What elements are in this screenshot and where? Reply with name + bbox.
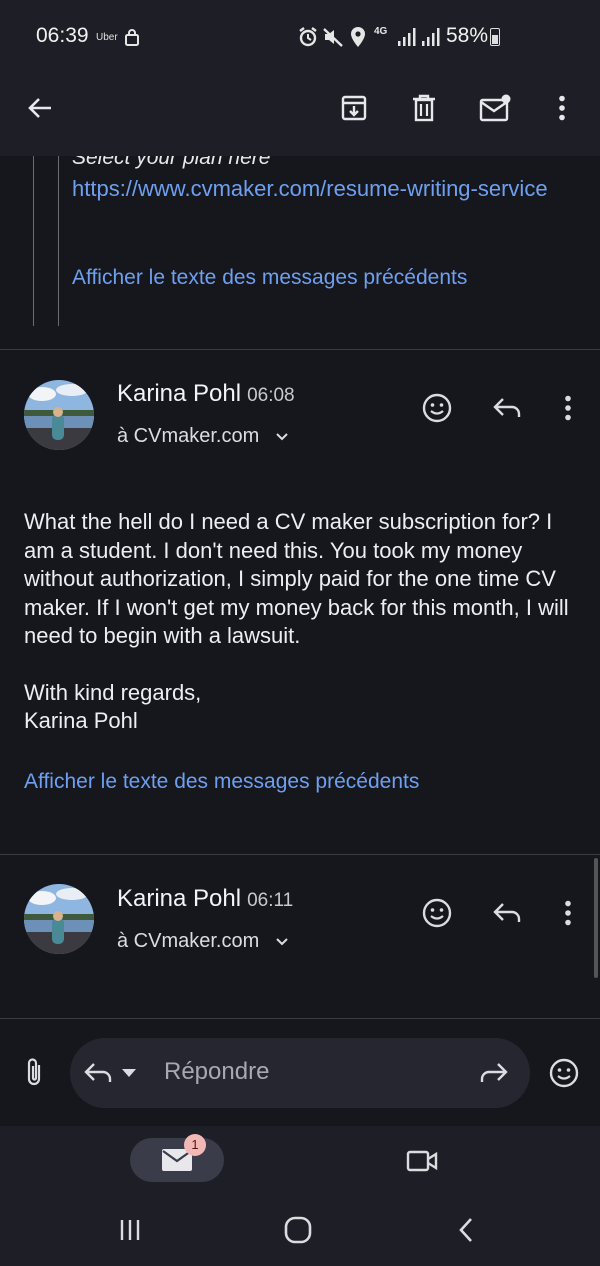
status-bar: 06:39 Uber 4G 58% bbox=[0, 0, 600, 76]
nav-meet-tab[interactable] bbox=[398, 1137, 446, 1185]
forward-icon bbox=[480, 1063, 508, 1082]
recent-apps-button[interactable] bbox=[106, 1206, 154, 1254]
caret-down-icon bbox=[122, 1069, 136, 1077]
reply-icon bbox=[493, 398, 521, 417]
delete-icon bbox=[413, 94, 435, 122]
lock-icon bbox=[125, 29, 139, 46]
avatar[interactable] bbox=[24, 380, 94, 450]
react-emoji-button[interactable] bbox=[413, 889, 461, 937]
sender-name[interactable]: Karina Pohl bbox=[117, 885, 241, 912]
message-more-button[interactable] bbox=[544, 889, 592, 937]
message-divider bbox=[0, 854, 600, 855]
reply-type-selector[interactable] bbox=[82, 1049, 138, 1097]
message-paragraph: What the hell do I need a CV maker subsc… bbox=[24, 509, 569, 648]
system-back-button[interactable] bbox=[442, 1206, 490, 1254]
more-vert-icon bbox=[565, 395, 571, 421]
attachment-icon bbox=[27, 1058, 41, 1086]
signal-icon bbox=[398, 28, 416, 46]
location-icon bbox=[351, 27, 365, 47]
react-emoji-button[interactable] bbox=[413, 384, 461, 432]
more-options-button[interactable] bbox=[538, 84, 586, 132]
mark-unread-button[interactable] bbox=[471, 84, 519, 132]
alarm-icon bbox=[299, 27, 317, 47]
avatar[interactable] bbox=[24, 884, 94, 954]
forward-button[interactable] bbox=[470, 1049, 518, 1097]
message-signoff: With kind regards, bbox=[24, 679, 202, 705]
back-arrow-icon bbox=[28, 98, 51, 118]
emoji-icon bbox=[422, 898, 452, 928]
quoted-plan-text: Select your plan here bbox=[72, 156, 271, 169]
chevron-down-icon bbox=[276, 938, 288, 946]
more-vert-icon bbox=[559, 95, 565, 121]
home-button[interactable] bbox=[274, 1206, 322, 1254]
status-time: 06:39 bbox=[36, 24, 89, 47]
recipient-toggle[interactable]: à CVmaker.com bbox=[117, 930, 289, 953]
archive-button[interactable] bbox=[330, 84, 378, 132]
sender-line: Karina Pohl 06:08 bbox=[117, 380, 295, 408]
battery-icon bbox=[490, 28, 500, 46]
archive-icon bbox=[341, 95, 367, 121]
chevron-left-icon bbox=[459, 1218, 472, 1242]
battery-percent: 58% bbox=[446, 24, 489, 47]
recipient-label: à CVmaker.com bbox=[117, 930, 260, 952]
nav-mail-tab[interactable] bbox=[130, 1138, 224, 1182]
reply-field[interactable] bbox=[70, 1038, 530, 1108]
unread-badge: 1 bbox=[184, 1134, 206, 1156]
sender-name[interactable]: Karina Pohl bbox=[117, 380, 241, 407]
more-vert-icon bbox=[565, 900, 571, 926]
mark-unread-icon bbox=[479, 94, 511, 122]
app-bar bbox=[0, 76, 600, 156]
message-time: 06:11 bbox=[247, 890, 294, 911]
reply-button[interactable] bbox=[483, 889, 531, 937]
emoji-icon bbox=[422, 393, 452, 423]
reply-placeholder[interactable]: Répondre bbox=[164, 1058, 269, 1086]
emoji-button[interactable] bbox=[540, 1049, 588, 1097]
attach-button[interactable] bbox=[10, 1049, 58, 1097]
reply-button[interactable] bbox=[483, 384, 531, 432]
show-previous-link-2[interactable]: Afficher le texte des messages précédent… bbox=[24, 770, 419, 794]
signal-2-icon bbox=[422, 28, 440, 46]
reply-icon bbox=[84, 1063, 112, 1082]
recent-apps-icon bbox=[120, 1220, 140, 1240]
message-divider bbox=[0, 349, 600, 350]
compose-divider bbox=[0, 1018, 600, 1019]
back-button[interactable] bbox=[16, 84, 64, 132]
message-body: What the hell do I need a CV maker subsc… bbox=[24, 508, 584, 736]
delete-button[interactable] bbox=[400, 84, 448, 132]
video-camera-icon bbox=[406, 1150, 438, 1172]
sender-line: Karina Pohl 06:11 bbox=[117, 885, 293, 913]
network-label: 4G bbox=[374, 26, 388, 37]
quoted-link[interactable]: https://www.cvmaker.com/resume-writing-s… bbox=[72, 174, 552, 203]
recipient-toggle[interactable]: à CVmaker.com bbox=[117, 425, 289, 448]
scrollbar[interactable] bbox=[594, 858, 598, 978]
message-time: 06:08 bbox=[247, 385, 295, 406]
home-icon bbox=[284, 1216, 312, 1244]
message-signature: Karina Pohl bbox=[24, 708, 138, 733]
status-carrier: Uber bbox=[96, 32, 118, 43]
bottom-navigation bbox=[0, 1126, 600, 1198]
mute-icon bbox=[323, 28, 343, 47]
chevron-down-icon bbox=[276, 433, 288, 441]
show-previous-link-1[interactable]: Afficher le texte des messages précédent… bbox=[72, 266, 467, 290]
reply-icon bbox=[493, 903, 521, 922]
emoji-icon bbox=[549, 1058, 579, 1088]
recipient-label: à CVmaker.com bbox=[117, 425, 260, 447]
message-more-button[interactable] bbox=[544, 384, 592, 432]
